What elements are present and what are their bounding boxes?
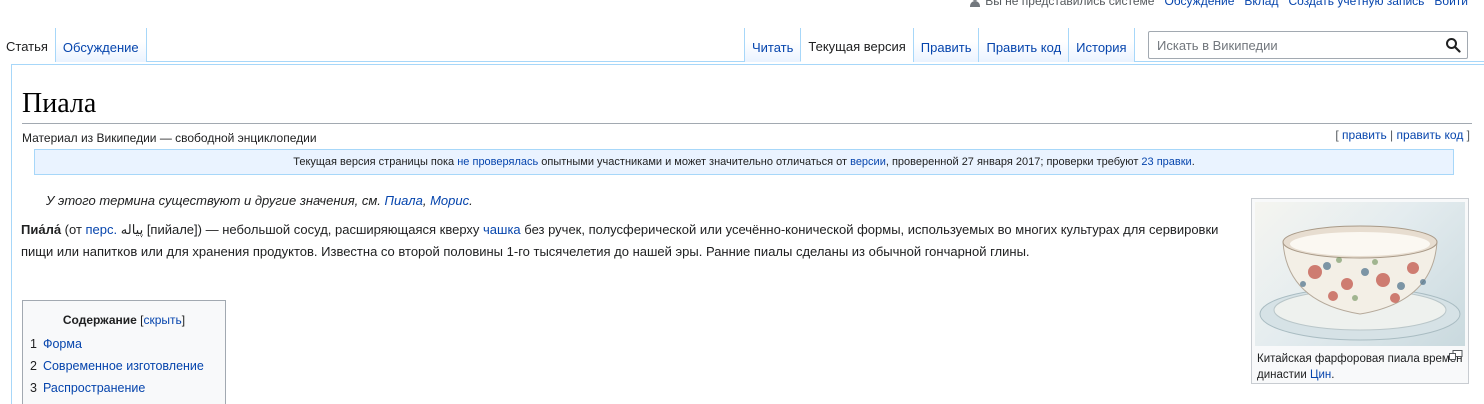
lead-text-2: پیاله [пийале]) — небольшой сосуд, расши… xyxy=(117,222,484,237)
toc-toggle-close: ] xyxy=(181,313,186,327)
edit-code-link[interactable]: править код xyxy=(1397,128,1464,142)
create-account-link[interactable]: Создать учётную запись xyxy=(1288,0,1424,8)
site-subtitle: Материал из Википедии — свободной энцикл… xyxy=(22,131,317,145)
lead-term: Пиа́ла́ xyxy=(21,222,62,237)
cup-link[interactable]: чашка xyxy=(483,222,521,237)
toc-item-number: 2 xyxy=(30,359,37,373)
user-icon xyxy=(969,0,981,7)
thumb-caption: Китайская фарфоровая пиала времен династ… xyxy=(1255,346,1465,383)
tab-read[interactable]: Читать xyxy=(744,28,801,62)
anon-user: Вы не представились системе xyxy=(969,0,1154,8)
toc-item-link-form[interactable]: Форма xyxy=(43,337,82,351)
toc-item[interactable]: 3 Распространение xyxy=(30,377,218,399)
toc-item[interactable]: 2 Современное изготовление xyxy=(30,355,218,377)
tab-article[interactable]: Статья xyxy=(0,28,55,62)
pending-edits-link[interactable]: 23 правки xyxy=(1141,156,1191,168)
lead-paragraph: Пиа́ла́ (от перс. پیاله [пийале]) — небо… xyxy=(21,219,1226,263)
review-text-2: опытными участниками и может значительно… xyxy=(538,156,851,168)
thumbnail: Китайская фарфоровая пиала времен династ… xyxy=(1251,198,1469,384)
review-text-4: . xyxy=(1191,156,1195,168)
lead-text-1: (от xyxy=(61,222,86,237)
hatnote: У этого термина существуют и другие знач… xyxy=(46,193,473,208)
toc-item-number: 3 xyxy=(30,381,37,395)
page-title: Пиала xyxy=(22,87,1472,124)
thumb-caption-text: Китайская фарфоровая пиала времен династ… xyxy=(1257,353,1463,381)
tab-current-version[interactable]: Текущая версия xyxy=(800,28,913,62)
hatnote-text: У этого термина существуют и другие знач… xyxy=(46,193,385,208)
table-of-contents: Содержание [скрыть] 1 Форма 2 Современное … xyxy=(22,300,226,404)
toc-heading: Содержание xyxy=(62,313,137,327)
edit-link[interactable]: править xyxy=(1342,128,1387,142)
hatnote-link-maurice[interactable]: Морис xyxy=(430,193,469,208)
tab-talk[interactable]: Обсуждение xyxy=(54,28,147,62)
main-content: Пиала Материал из Википедии — свободной … xyxy=(11,64,1484,404)
edit-bracket-close: ] xyxy=(1463,128,1470,142)
version-link[interactable]: версии xyxy=(850,156,886,168)
toc-list: 1 Форма 2 Современное изготовление 3 Распро… xyxy=(30,333,218,399)
tab-edit[interactable]: Править xyxy=(912,28,979,62)
not-reviewed-link[interactable]: не проверялась xyxy=(457,156,538,168)
hatnote-separator: , xyxy=(422,193,431,208)
search-icon[interactable] xyxy=(1445,37,1461,53)
hatnote-link-piala[interactable]: Пиала xyxy=(385,193,423,208)
piala-image[interactable] xyxy=(1255,202,1465,346)
persian-link[interactable]: перс. xyxy=(86,222,118,237)
enlarge-icon[interactable] xyxy=(1449,350,1463,360)
qing-link[interactable]: Цин xyxy=(1310,369,1331,381)
tab-article-label: Статья xyxy=(6,39,48,54)
piala-illustration xyxy=(1259,225,1461,341)
tab-current-version-label: Текущая версия xyxy=(808,39,906,54)
tab-edit-source[interactable]: Править код xyxy=(978,28,1069,62)
review-text-1: Текущая версия страницы пока xyxy=(293,156,458,168)
toc-toggle-link[interactable]: скрыть xyxy=(143,313,181,327)
tab-history-label: История xyxy=(1076,40,1127,55)
tab-read-label: Читать xyxy=(752,40,794,55)
toc-title: Содержание [скрыть] xyxy=(30,313,218,327)
search-box xyxy=(1148,31,1468,59)
anon-user-label: Вы не представились системе xyxy=(985,0,1155,8)
login-link[interactable]: Войти xyxy=(1434,0,1468,8)
personal-talk-link[interactable]: Обсуждение xyxy=(1164,0,1234,8)
review-text-3: , проверенной 27 января 2017; проверки т… xyxy=(885,156,1142,168)
namespace-tabs: Статья Обсуждение xyxy=(0,28,147,62)
edit-section: [ править | править код ] xyxy=(1335,128,1470,142)
review-notice: Текущая версия страницы пока не проверял… xyxy=(34,149,1454,175)
edit-separator: | xyxy=(1386,128,1397,142)
personal-tools: Вы не представились системе Обсуждение В… xyxy=(969,0,1468,8)
thumb-caption-end: . xyxy=(1331,369,1335,381)
tab-talk-label: Обсуждение xyxy=(62,40,139,55)
tab-history[interactable]: История xyxy=(1068,28,1135,62)
tab-edit-label: Править xyxy=(920,40,972,55)
tab-edit-source-label: Править код xyxy=(986,40,1062,55)
toc-item-link-spread[interactable]: Распространение xyxy=(43,381,145,395)
toc-item-number: 1 xyxy=(30,337,37,351)
search-input[interactable] xyxy=(1149,32,1429,58)
toc-item-link-modern[interactable]: Современное изготовление xyxy=(43,359,204,373)
personal-contributions-link[interactable]: Вклад xyxy=(1244,0,1278,8)
toc-item[interactable]: 1 Форма xyxy=(30,333,218,355)
view-tabs: Читать Текущая версия Править Править ко… xyxy=(744,28,1135,62)
hatnote-end: . xyxy=(469,193,473,208)
